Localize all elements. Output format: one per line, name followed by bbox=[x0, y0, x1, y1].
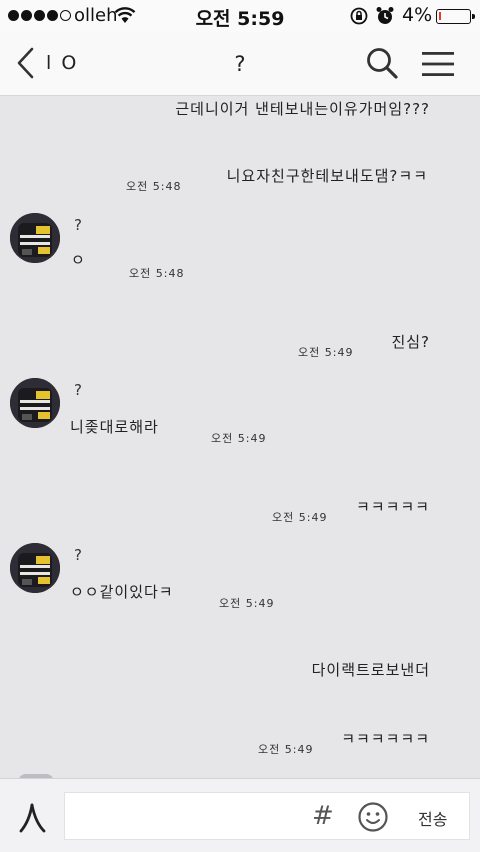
status-bar: olleh 오전 5:59 4% bbox=[0, 0, 480, 32]
hamburger-menu-icon[interactable] bbox=[421, 50, 455, 78]
message-text: 근데니이거 낸테보내는이유가머임??? bbox=[175, 100, 430, 118]
message-text: ㅇ bbox=[71, 251, 86, 269]
alarm-clock-icon bbox=[376, 7, 394, 24]
message-time: 오전 5:48 bbox=[129, 267, 185, 280]
message-time: 오전 5:48 bbox=[126, 180, 182, 193]
message-text: ㅋㅋㅋㅋㅋ bbox=[355, 498, 430, 516]
message-time: 오전 5:49 bbox=[298, 346, 354, 359]
message-text: 니좆대로해라 bbox=[70, 418, 159, 436]
message-text: ㅇㅇ같이있다ㅋ bbox=[70, 583, 174, 601]
hashtag-icon[interactable]: # bbox=[312, 801, 334, 831]
message-input-bar: # 전송 bbox=[0, 778, 480, 852]
sender-name: ? bbox=[74, 216, 82, 234]
attach-icon[interactable] bbox=[17, 801, 47, 833]
sender-name: ? bbox=[74, 381, 82, 399]
rotation-lock-icon bbox=[350, 7, 368, 25]
avatar[interactable] bbox=[10, 378, 60, 428]
message-time: 오전 5:49 bbox=[219, 597, 275, 610]
search-icon[interactable] bbox=[365, 46, 399, 80]
message-time: 오전 5:49 bbox=[272, 511, 328, 524]
message-input[interactable] bbox=[64, 792, 470, 840]
emoji-icon[interactable] bbox=[357, 801, 389, 833]
battery-percent: 4% bbox=[402, 4, 433, 26]
battery-icon bbox=[436, 9, 475, 24]
message-text: 다이랙트로보낸더 bbox=[311, 661, 430, 679]
message-text: 진심? bbox=[391, 333, 430, 351]
send-button[interactable]: 전송 bbox=[418, 806, 447, 830]
message-time: 오전 5:49 bbox=[258, 743, 314, 756]
message-time: 오전 5:49 bbox=[211, 432, 267, 445]
message-text: 니요자친구한테보내도댐?ㅋㅋ bbox=[226, 167, 428, 185]
avatar[interactable] bbox=[10, 213, 60, 263]
message-text: ㅋㅋㅋㅋㅋㅋ bbox=[341, 730, 430, 748]
chat-header: l O ? bbox=[0, 32, 480, 96]
chat-title: ? bbox=[234, 52, 246, 76]
avatar[interactable] bbox=[10, 543, 60, 593]
sender-name: ? bbox=[74, 546, 82, 564]
